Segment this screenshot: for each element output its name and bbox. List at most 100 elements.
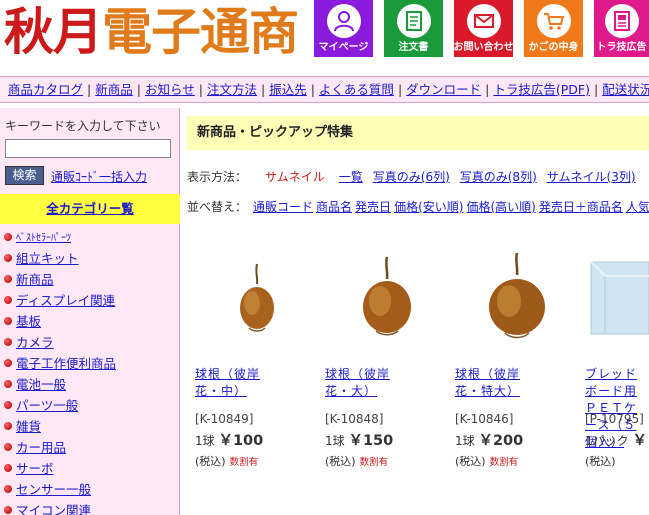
contact-label: お問い合わせ: [453, 42, 514, 53]
bullet-icon: [4, 484, 12, 493]
category-item[interactable]: パーツ一般: [0, 394, 180, 415]
product-card: 球根（彼岸花・中） [K-10849] 1球 ￥100 (税込) 数割有: [195, 248, 319, 469]
nav-how-to-order[interactable]: 注文方法: [207, 82, 257, 97]
top-nav: 商品カタログ | 新商品 | お知らせ | 注文方法 | 振込先 | よくある質問 | ダウンロード | ト…: [0, 76, 649, 103]
sort-by-code[interactable]: 通販コード: [253, 200, 313, 214]
order-form-button[interactable]: 注文書: [384, 0, 443, 57]
toragi-ad-button[interactable]: トラ技広告: [594, 0, 649, 57]
category-item[interactable]: マイコン関連: [0, 499, 180, 515]
product-tax-line: (税込) 数割有: [325, 453, 449, 469]
product-tax-line: (税込) 数割有: [195, 453, 319, 469]
cart-button[interactable]: かごの中身: [524, 0, 583, 57]
bullet-icon: [4, 295, 12, 304]
bullet-icon: [4, 232, 12, 241]
category-item[interactable]: 電池一般: [0, 373, 180, 394]
category-item[interactable]: 電子工作便利商品: [0, 352, 180, 373]
sort-label: 並べ替え：: [187, 200, 248, 214]
category-item[interactable]: カメラ: [0, 331, 180, 352]
cart-label: かごの中身: [528, 42, 579, 53]
product-price-line: 1球 ￥150: [325, 429, 449, 450]
sidebar: キーワードを入力して下さい 検索 通販ｺｰﾄﾞ一括入力 全カテゴリー覧 ﾍﾞｽﾄ…: [0, 108, 180, 515]
product-price: ￥200: [478, 433, 524, 449]
mail-icon: [466, 4, 501, 38]
nav-delivery-status[interactable]: 配送状況確認: [602, 82, 649, 97]
bullet-icon: [4, 463, 12, 472]
sort-by-price-asc[interactable]: 価格(安い順): [394, 200, 463, 214]
keyword-input[interactable]: [5, 139, 171, 158]
product-name-link[interactable]: 球根（彼岸花・中）: [195, 366, 285, 400]
display-mode-photo8[interactable]: 写真のみ(8列): [460, 170, 537, 184]
product-code: [K-10846]: [455, 412, 514, 426]
product-card: 球根（彼岸花・大） [K-10848] 1球 ￥150 (税込) 数割有: [325, 248, 449, 469]
sort-by-name[interactable]: 商品名: [316, 200, 352, 214]
order-form-label: 注文書: [398, 42, 429, 53]
contact-button[interactable]: お問い合わせ: [453, 0, 514, 57]
bullet-icon: [4, 253, 12, 262]
nav-new-products[interactable]: 新商品: [95, 82, 133, 97]
product-price: ￥: [632, 433, 647, 449]
all-categories-link[interactable]: 全カテゴリー覧: [46, 201, 134, 216]
all-categories-banner: 全カテゴリー覧: [0, 194, 180, 224]
nav-bank-transfer[interactable]: 振込先: [269, 82, 307, 97]
category-item[interactable]: 基板: [0, 310, 180, 331]
keyword-label: キーワードを入力して下さい: [5, 119, 161, 133]
magazine-icon: [604, 4, 639, 38]
nav-toragi-pdf[interactable]: トラ技広告(PDF): [493, 82, 590, 97]
bulk-code-input-link[interactable]: 通販ｺｰﾄﾞ一括入力: [51, 168, 147, 185]
category-item[interactable]: 組立キット: [0, 247, 180, 268]
product-card: 球根（彼岸花・特大） [K-10846] 1球 ￥200 (税込) 数割有: [455, 248, 579, 469]
product-price-line: 1球 ￥200: [455, 429, 579, 450]
bullet-icon: [4, 505, 12, 514]
sort-by-price-desc[interactable]: 価格(高い順): [466, 200, 535, 214]
display-mode-list[interactable]: 一覧: [339, 170, 363, 184]
product-name-link[interactable]: ブレッドボード用ＰＥＴケース（５個入）: [585, 366, 649, 449]
category-item[interactable]: ﾍﾞｽﾄｾﾗｰﾊﾟｰﾂ: [0, 226, 180, 247]
product-name-link[interactable]: 球根（彼岸花・大）: [325, 366, 415, 400]
mypage-label: マイページ: [318, 42, 369, 53]
product-unit: 1球: [195, 434, 215, 448]
category-item[interactable]: 新商品: [0, 268, 180, 289]
nav-download[interactable]: ダウンロード: [406, 82, 481, 97]
product-tax: (税込): [325, 455, 356, 468]
nav-faq[interactable]: よくある質問: [319, 82, 394, 97]
display-mode-photo6[interactable]: 写真のみ(6列): [373, 170, 450, 184]
bullet-icon: [4, 358, 12, 367]
category-item[interactable]: ディスプレイ関連: [0, 289, 180, 310]
product-image[interactable]: [585, 248, 649, 348]
bullet-icon: [4, 442, 12, 451]
product-code: [K-10849]: [195, 412, 254, 426]
category-list: ﾍﾞｽﾄｾﾗｰﾊﾟｰﾂ 組立キット 新商品 ディスプレイ関連 基板 カメラ 電子…: [0, 226, 180, 515]
main-content: 新商品・ピックアップ特集 表示方法： サムネイル 一覧 写真のみ(6列) 写真のみ(8列…: [181, 108, 649, 515]
display-mode-row: 表示方法： サムネイル 一覧 写真のみ(6列) 写真のみ(8列) サムネイル(3列): [187, 168, 646, 185]
category-item[interactable]: センサー一般: [0, 478, 180, 499]
product-code: [P-10795]: [585, 412, 644, 426]
category-item[interactable]: 雑貨: [0, 415, 180, 436]
sort-by-popularity[interactable]: 人気順: [626, 200, 649, 214]
order-form-icon: [396, 4, 431, 38]
product-tax: (税込): [455, 455, 486, 468]
product-unit: 1パック: [585, 434, 629, 448]
sort-by-date-name[interactable]: 発売日＋商品名: [539, 200, 623, 214]
nav-catalog[interactable]: 商品カタログ: [8, 82, 83, 97]
category-item[interactable]: サーボ: [0, 457, 180, 478]
product-unit: 1球: [325, 434, 345, 448]
search-button[interactable]: 検索: [5, 166, 44, 185]
logo-text-part2: 電子通商: [102, 2, 299, 61]
bullet-icon: [4, 421, 12, 430]
product-image[interactable]: [455, 248, 579, 348]
product-name-link[interactable]: 球根（彼岸花・特大）: [455, 366, 545, 400]
product-card: ブレッドボード用ＰＥＴケース（５個入） [P-10795] 1パック ￥ (税込…: [585, 248, 649, 469]
product-price-line: 1球 ￥100: [195, 429, 319, 450]
category-item[interactable]: カー用品: [0, 436, 180, 457]
nav-news[interactable]: お知らせ: [145, 82, 195, 97]
person-icon: [326, 4, 361, 38]
product-image[interactable]: [195, 248, 319, 348]
mypage-button[interactable]: マイページ: [314, 0, 373, 57]
logo-text-part1: 秋月: [4, 2, 103, 61]
display-mode-thumb3[interactable]: サムネイル(3列): [547, 170, 636, 184]
site-logo[interactable]: 秋月電子通商: [4, 2, 299, 62]
sort-by-date[interactable]: 発売日: [355, 200, 391, 214]
product-image[interactable]: [325, 248, 449, 348]
product-discount: 数割有: [229, 457, 259, 468]
product-price: ￥100: [218, 433, 264, 449]
